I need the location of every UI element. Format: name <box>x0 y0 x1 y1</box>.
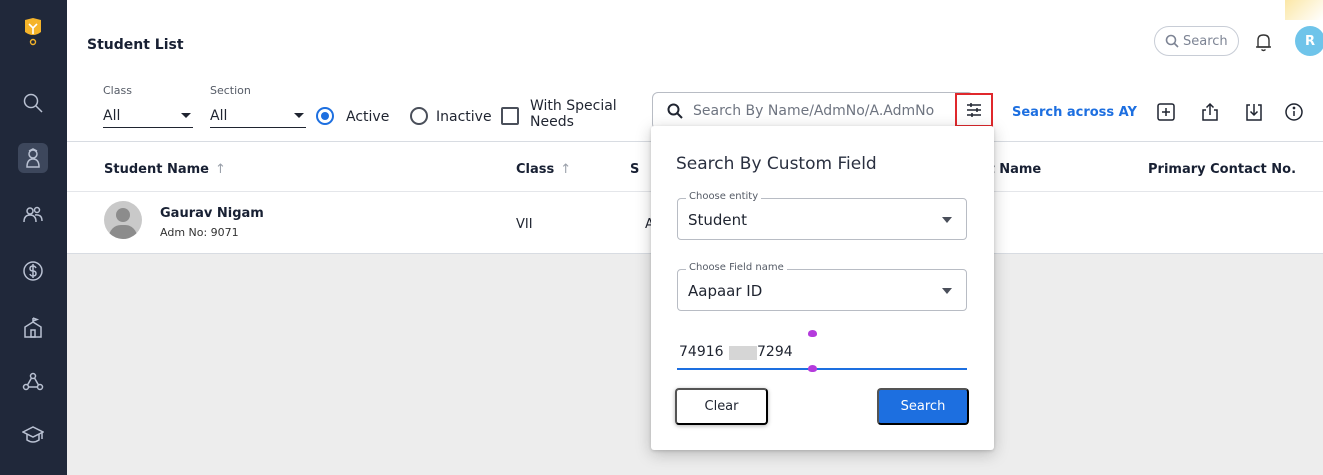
column-header-student-name[interactable]: Student Name ↑ <box>104 162 226 177</box>
custom-field-search-popup: Search By Custom Field Choose entity Stu… <box>651 126 994 450</box>
active-radio[interactable] <box>316 107 334 125</box>
search-across-ay-link[interactable]: Search across AY <box>1012 105 1137 120</box>
student-avatar <box>104 201 142 239</box>
active-radio-label: Active <box>346 109 390 125</box>
field-name-select-label: Choose Field name <box>686 262 787 273</box>
entity-select[interactable]: Choose entity Student <box>677 191 967 240</box>
field-value-input[interactable]: 74916 7294 <box>677 330 967 372</box>
column-header-label: Student Name <box>104 162 209 177</box>
selection-handle-icon[interactable] <box>808 365 817 372</box>
import-icon[interactable] <box>1244 102 1268 126</box>
chevron-down-icon <box>294 113 304 118</box>
column-header-section[interactable]: S <box>630 162 639 177</box>
field-name-select-value: Aapaar ID <box>688 282 763 300</box>
users-icon[interactable] <box>18 200 48 230</box>
fees-icon[interactable] <box>18 256 48 286</box>
chevron-down-icon <box>942 288 952 294</box>
user-avatar[interactable]: R <box>1295 26 1323 56</box>
page-title: Student List <box>87 37 184 53</box>
column-header-label: Class <box>516 162 555 177</box>
class-label: Class <box>103 84 132 97</box>
inactive-radio[interactable] <box>410 107 428 125</box>
section-label: Section <box>210 84 251 97</box>
logo-graphic <box>25 18 41 46</box>
sliders-icon <box>967 103 981 117</box>
special-needs-line2: Needs <box>530 114 574 130</box>
section-select[interactable]: All <box>210 104 306 128</box>
student-class: VII <box>516 217 533 232</box>
popup-title: Search By Custom Field <box>676 154 877 174</box>
bell-icon[interactable] <box>1255 32 1272 56</box>
special-needs-checkbox[interactable] <box>501 107 519 125</box>
academics-icon[interactable] <box>18 420 48 450</box>
special-needs-label: With Special Needs <box>530 98 617 130</box>
chevron-down-icon <box>181 113 191 118</box>
logo-icon[interactable] <box>18 18 48 48</box>
student-icon[interactable] <box>18 143 48 173</box>
column-header-class[interactable]: Class ↑ <box>516 162 571 177</box>
section-value: All <box>210 107 228 124</box>
entity-select-value: Student <box>688 211 748 229</box>
search-icon <box>1165 34 1179 48</box>
search-icon <box>667 103 683 119</box>
student-search-box[interactable] <box>652 92 974 130</box>
sort-arrow-icon: ↑ <box>214 162 226 177</box>
field-value-suffix: 7294 <box>757 344 793 360</box>
export-icon[interactable] <box>1200 102 1224 126</box>
class-select[interactable]: All <box>103 104 193 128</box>
search-button[interactable]: Search <box>877 388 969 425</box>
corner-decoration <box>1285 0 1323 20</box>
redacted-mask <box>729 346 757 360</box>
chevron-down-icon <box>942 217 952 223</box>
global-search[interactable]: Search <box>1154 26 1239 56</box>
field-name-select[interactable]: Choose Field name Aapaar ID <box>677 262 967 311</box>
add-icon[interactable] <box>1156 102 1180 126</box>
global-search-label: Search <box>1183 33 1228 49</box>
page-header: Student List Search R <box>67 0 1323 75</box>
inactive-radio-label: Inactive <box>436 109 492 125</box>
search-icon[interactable] <box>18 88 48 118</box>
network-icon[interactable] <box>18 367 48 397</box>
sort-arrow-icon: ↑ <box>560 162 572 177</box>
column-header-label: Primary Contact No. <box>1148 162 1297 177</box>
column-header-label: S <box>630 162 640 177</box>
school-icon[interactable] <box>18 313 48 343</box>
student-adm-no: Adm No: 9071 <box>160 226 239 239</box>
special-needs-line1: With Special <box>530 98 617 114</box>
entity-select-label: Choose entity <box>686 191 762 202</box>
student-name[interactable]: Gaurav Nigam <box>160 206 264 221</box>
student-search-input[interactable] <box>693 103 953 119</box>
column-header-contact-no[interactable]: Primary Contact No. <box>1148 162 1296 177</box>
selection-handle-icon[interactable] <box>808 330 817 337</box>
sidebar <box>0 0 67 475</box>
class-value: All <box>103 107 121 124</box>
info-icon[interactable] <box>1284 102 1308 126</box>
custom-field-filter-button[interactable] <box>955 93 993 127</box>
field-value-prefix: 74916 <box>679 344 724 360</box>
clear-button[interactable]: Clear <box>675 388 768 425</box>
